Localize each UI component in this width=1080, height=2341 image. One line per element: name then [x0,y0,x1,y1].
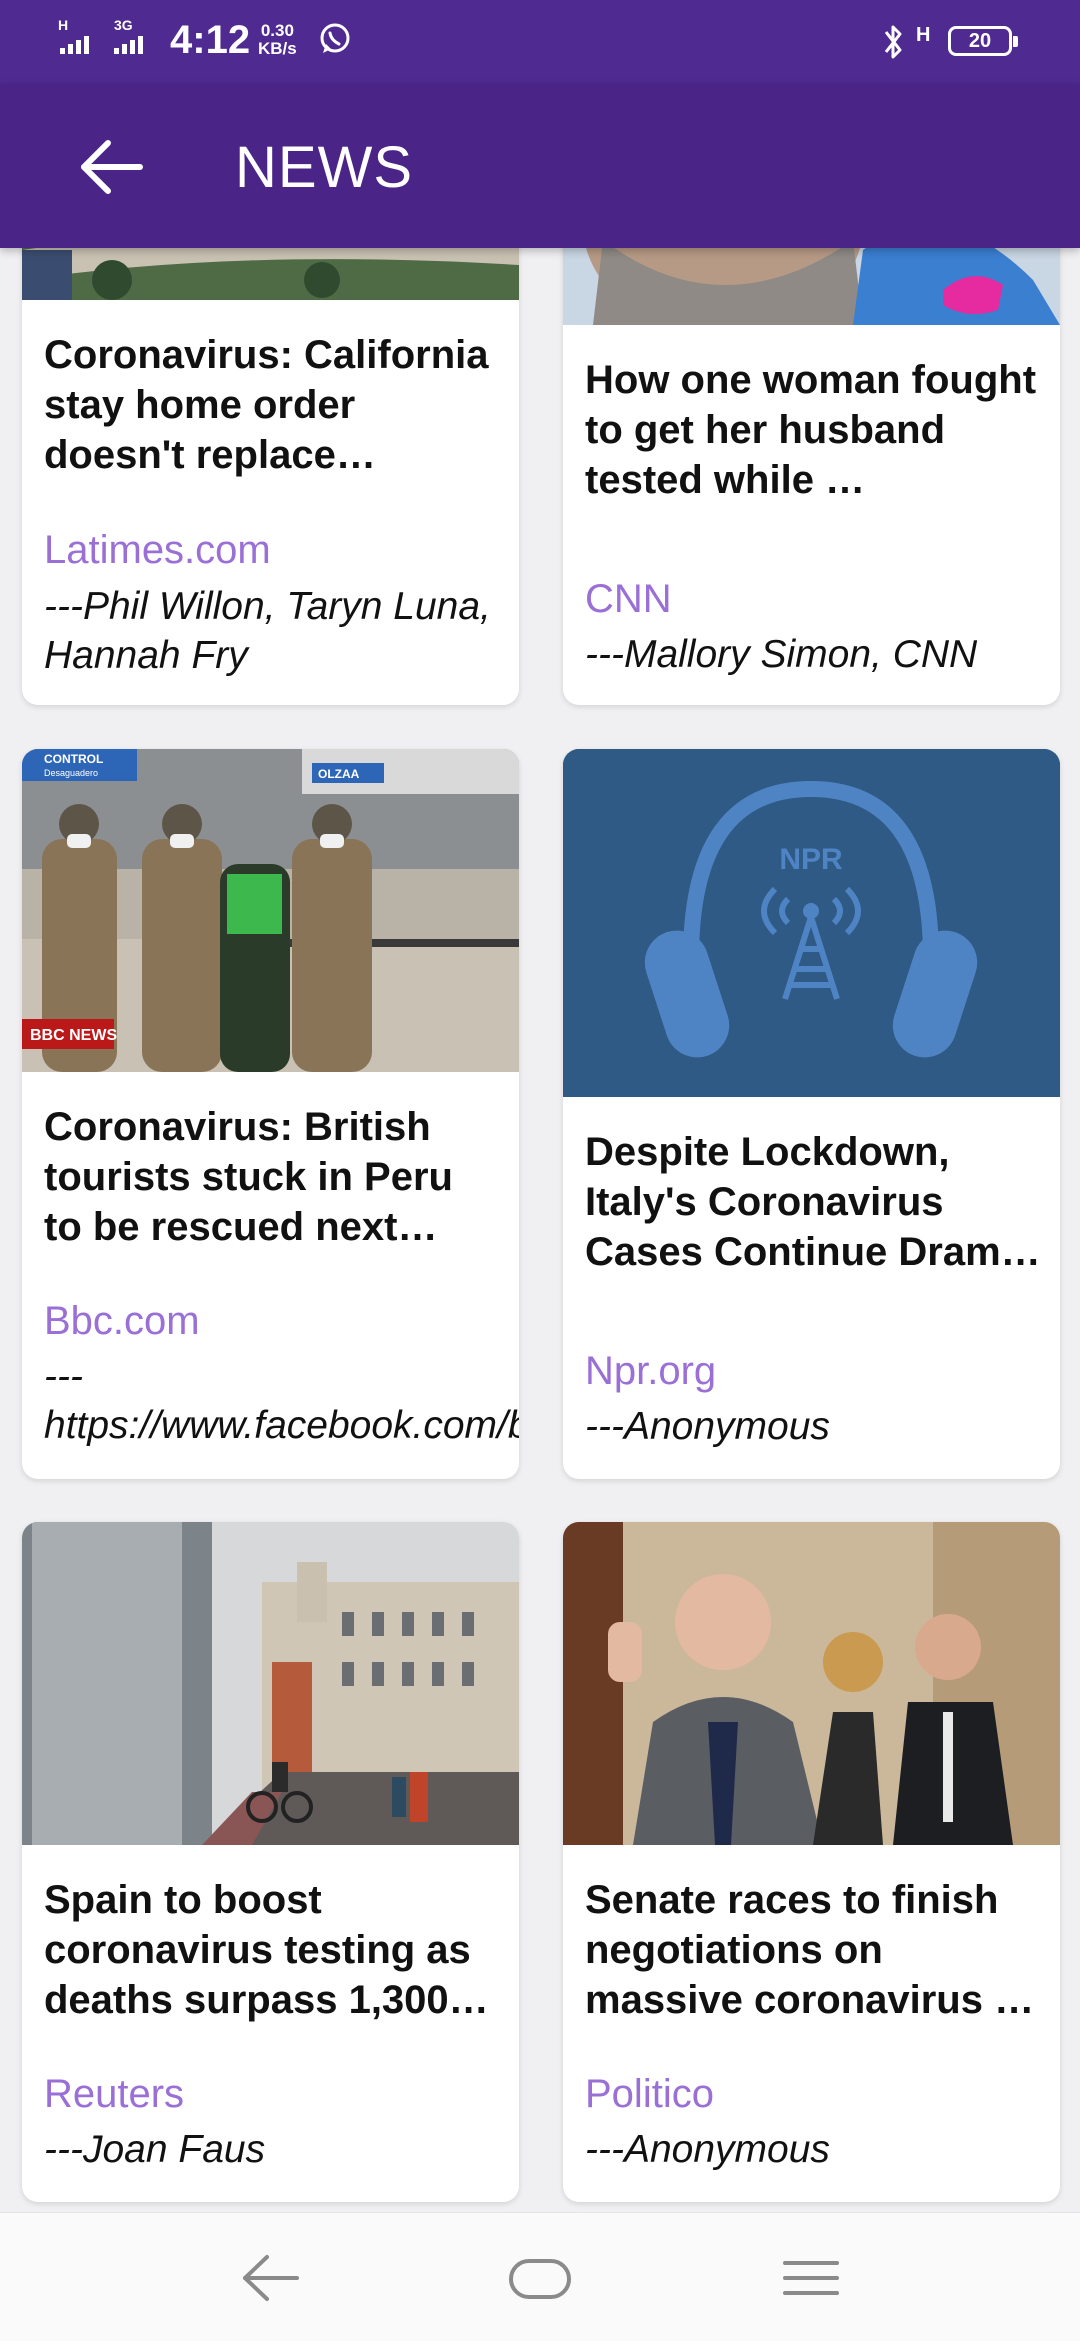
article-author: ---Anonymous [585,2128,830,2171]
news-card[interactable]: CONTROL Desaguadero OLZAA BBC NEWS Coron… [22,749,519,1479]
article-image [563,1522,1060,1845]
article-source[interactable]: Politico [585,2072,714,2117]
article-source[interactable]: Latimes.com [44,528,271,573]
article-title: Coronavirus: California stay home order … [44,333,489,477]
system-navigation-bar [0,2212,1080,2341]
network-speed-unit: KB/s [258,39,297,58]
battery-level: 20 [968,30,992,52]
nav-menu-icon[interactable] [765,2243,855,2313]
article-source[interactable]: Reuters [44,2072,184,2117]
article-image: NPR [563,749,1060,1097]
whatsapp-icon [320,23,350,53]
article-title: Senate races to finish negotiations on m… [585,1878,1035,2022]
image-sign-text: CONTROL [44,752,103,766]
bluetooth-icon [884,25,902,59]
article-source[interactable]: Bbc.com [44,1299,200,1344]
status-bar: H 3G 4:12 0.30 KB/s H 20 [0,0,1080,84]
svg-text:3G: 3G [114,18,133,33]
image-sign-text: OLZAA [318,767,360,781]
nav-back-icon[interactable] [225,2243,315,2313]
article-source[interactable]: CNN [585,577,672,622]
network-type-indicator: H [916,24,931,46]
article-title: Coronavirus: British tourists stuck in P… [44,1105,453,1249]
image-sign-text: Desaguadero [44,768,98,778]
article-author: ---https://www.facebook.com/bbcnews [44,1355,519,1447]
battery-icon: 20 [948,26,1018,56]
article-title: Spain to boost coronavirus testing as de… [44,1878,489,2022]
network-speed: 0.30 KB/s [258,22,297,58]
npr-logo: NPR [779,843,843,876]
bbc-news-logo: BBC NEWS [30,1027,117,1044]
article-author: ---Anonymous [585,1405,830,1448]
article-author: ---Joan Faus [44,2128,266,2171]
article-title: How one woman fought to get her husband … [585,358,1037,502]
signal-strength-icon: H 3G [58,17,143,54]
article-source[interactable]: Npr.org [585,1349,716,1394]
status-time: 4:12 [170,18,251,62]
page-title: NEWS [235,135,413,200]
news-card[interactable]: Spain to boost coronavirus testing as de… [22,1522,519,2202]
article-author: ---Phil Willon, Taryn Luna, Hannah Fry [44,585,491,677]
news-card[interactable]: Senate races to finish negotiations on m… [563,1522,1060,2202]
arrow-left-icon[interactable] [70,132,150,202]
network-speed-value: 0.30 [260,21,294,40]
svg-text:H: H [58,18,68,33]
article-image [22,1522,519,1845]
article-title: Despite Lockdown, Italy's Coronavirus Ca… [585,1130,1041,1274]
article-image: CONTROL Desaguadero OLZAA BBC NEWS [22,749,519,1072]
article-author: ---Mallory Simon, CNN [585,633,978,676]
app-bar: NEWS [0,84,1080,248]
signal-indicator: H 3G [58,17,158,62]
nav-home-icon[interactable] [495,2243,585,2313]
news-card[interactable]: NPR Despite Lockdown, Italy's Coronaviru… [563,749,1060,1479]
